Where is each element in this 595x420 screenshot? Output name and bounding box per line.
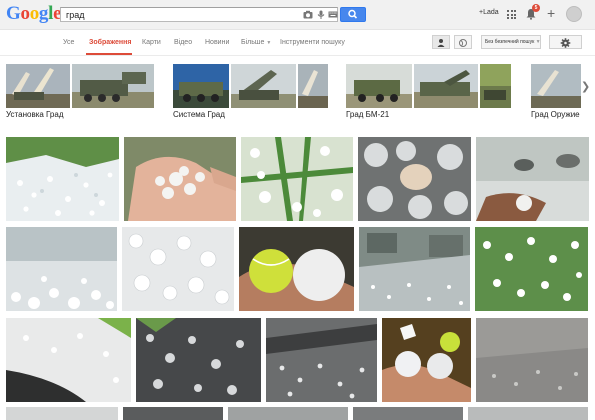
microphone-icon[interactable] (316, 10, 326, 19)
search-input[interactable]: град (60, 7, 338, 22)
avatar[interactable] (566, 6, 582, 22)
tab-all[interactable]: Усе (63, 39, 74, 46)
view-globe-button[interactable] (454, 35, 472, 49)
tab-more[interactable]: Більше ▼ (241, 39, 271, 46)
logo-letter: G (6, 3, 21, 24)
image-result[interactable] (228, 407, 348, 420)
active-tab-underline (86, 53, 132, 55)
page: Google град +Lada 5 + Усе Зображення Кар… (0, 0, 595, 420)
related-search-item[interactable]: Система Град (173, 64, 328, 119)
image-result[interactable] (239, 227, 354, 311)
related-thumbnail (6, 64, 70, 108)
logo-letter: o (20, 3, 30, 24)
chevron-right-icon[interactable]: ❯ (581, 80, 590, 93)
search-button[interactable] (340, 7, 366, 22)
camera-icon[interactable] (303, 10, 313, 19)
view-person-button[interactable] (432, 35, 450, 49)
tab-images[interactable]: Зображення (89, 39, 131, 46)
image-result[interactable] (476, 137, 589, 221)
image-result[interactable] (122, 227, 234, 311)
share-plus-icon[interactable]: + (547, 5, 555, 21)
image-result[interactable] (468, 407, 588, 420)
image-result[interactable] (358, 137, 471, 221)
related-label: Град Оружие (531, 110, 580, 119)
top-bar: Google град +Lada 5 + (0, 0, 595, 30)
logo-letter: g (38, 3, 49, 24)
related-thumbnail (531, 64, 581, 108)
image-result[interactable] (6, 407, 118, 420)
apps-grid-icon[interactable] (507, 10, 516, 19)
related-thumbnail (414, 64, 478, 108)
image-result[interactable] (241, 137, 353, 221)
gear-icon (560, 38, 571, 48)
image-result[interactable] (6, 137, 119, 221)
search-query[interactable]: град (66, 9, 85, 21)
google-logo[interactable]: Google (6, 3, 62, 24)
related-thumbnail (173, 64, 229, 108)
related-search-item[interactable]: Установка Град (6, 64, 154, 119)
user-name-link[interactable]: +Lada (479, 9, 499, 16)
image-result[interactable] (382, 318, 471, 402)
globe-icon (459, 39, 467, 47)
related-thumbnail (346, 64, 412, 108)
related-thumbnail (231, 64, 296, 108)
tab-more-label: Більше (241, 39, 265, 46)
chevron-down-icon: ▼ (535, 39, 541, 45)
related-search-item[interactable]: Град Оружие (531, 64, 581, 119)
image-result[interactable] (475, 227, 588, 311)
related-label: Град БМ-21 (346, 110, 390, 119)
chevron-down-icon: ▼ (266, 40, 272, 46)
tab-maps[interactable]: Карти (142, 39, 161, 46)
related-search-item[interactable]: Град БМ-21 (346, 64, 511, 119)
logo-letter: o (29, 3, 40, 24)
notification-count-badge[interactable]: 5 (532, 4, 540, 12)
safe-search-label: Без безпечний пошук (485, 39, 535, 45)
image-result[interactable] (123, 407, 223, 420)
tab-news[interactable]: Новини (205, 39, 229, 46)
related-thumbnail (480, 64, 511, 108)
related-label: Установка Град (6, 110, 64, 119)
image-result[interactable] (476, 318, 588, 402)
settings-button[interactable] (549, 35, 582, 49)
tab-search-tools[interactable]: Інструменти пошуку (280, 39, 345, 46)
search-icon (348, 9, 358, 19)
image-result[interactable] (136, 318, 261, 402)
image-result[interactable] (353, 407, 463, 420)
image-result[interactable] (124, 137, 236, 221)
related-thumbnail (72, 64, 154, 108)
image-result[interactable] (359, 227, 470, 311)
tab-video[interactable]: Відео (174, 39, 192, 46)
related-thumbnail (298, 64, 328, 108)
keyboard-icon[interactable] (328, 10, 338, 19)
image-result[interactable] (266, 318, 377, 402)
image-result[interactable] (6, 318, 131, 402)
person-icon (437, 39, 445, 47)
safe-search-dropdown[interactable]: Без безпечний пошук ▼ (481, 35, 541, 49)
related-label: Система Град (173, 110, 225, 119)
image-result[interactable] (6, 227, 117, 311)
